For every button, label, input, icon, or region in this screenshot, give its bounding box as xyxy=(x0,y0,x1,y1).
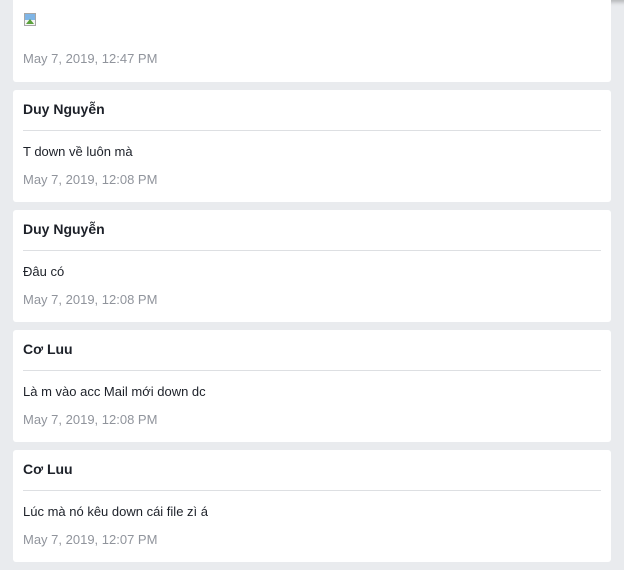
divider xyxy=(23,490,601,491)
message-sender[interactable]: Duy Nguyễn xyxy=(23,101,105,118)
divider xyxy=(23,370,601,371)
broken-image-icon[interactable] xyxy=(23,12,39,28)
message-feed: May 7, 2019, 12:47 PM Duy Nguyễn T down … xyxy=(13,0,611,570)
message-timestamp: May 7, 2019, 12:08 PM xyxy=(23,412,158,427)
message-timestamp: May 7, 2019, 12:47 PM xyxy=(23,51,158,66)
message-card: Duy Nguyễn Đâu có May 7, 2019, 12:08 PM xyxy=(13,210,611,322)
message-sender[interactable]: Cơ Luu xyxy=(23,461,73,478)
divider xyxy=(23,130,601,131)
message-text: T down về luôn mà xyxy=(23,144,133,159)
message-text: Là m vào acc Mail mới down dc xyxy=(23,384,206,399)
message-card: Cơ Luu Lúc mà nó kêu down cái file zì á … xyxy=(13,450,611,562)
message-timestamp: May 7, 2019, 12:07 PM xyxy=(23,532,158,547)
message-sender[interactable]: Duy Nguyễn xyxy=(23,221,105,238)
message-card: Cơ Luu Là m vào acc Mail mới down dc May… xyxy=(13,330,611,442)
message-timestamp: May 7, 2019, 12:08 PM xyxy=(23,292,158,307)
message-text: Lúc mà nó kêu down cái file zì á xyxy=(23,504,208,519)
message-timestamp: May 7, 2019, 12:08 PM xyxy=(23,172,158,187)
message-card: Duy Nguyễn T down về luôn mà May 7, 2019… xyxy=(13,90,611,202)
message-card-image: May 7, 2019, 12:47 PM xyxy=(13,0,611,82)
message-sender[interactable]: Cơ Luu xyxy=(23,341,73,358)
message-text: Đâu có xyxy=(23,264,65,279)
divider xyxy=(23,250,601,251)
